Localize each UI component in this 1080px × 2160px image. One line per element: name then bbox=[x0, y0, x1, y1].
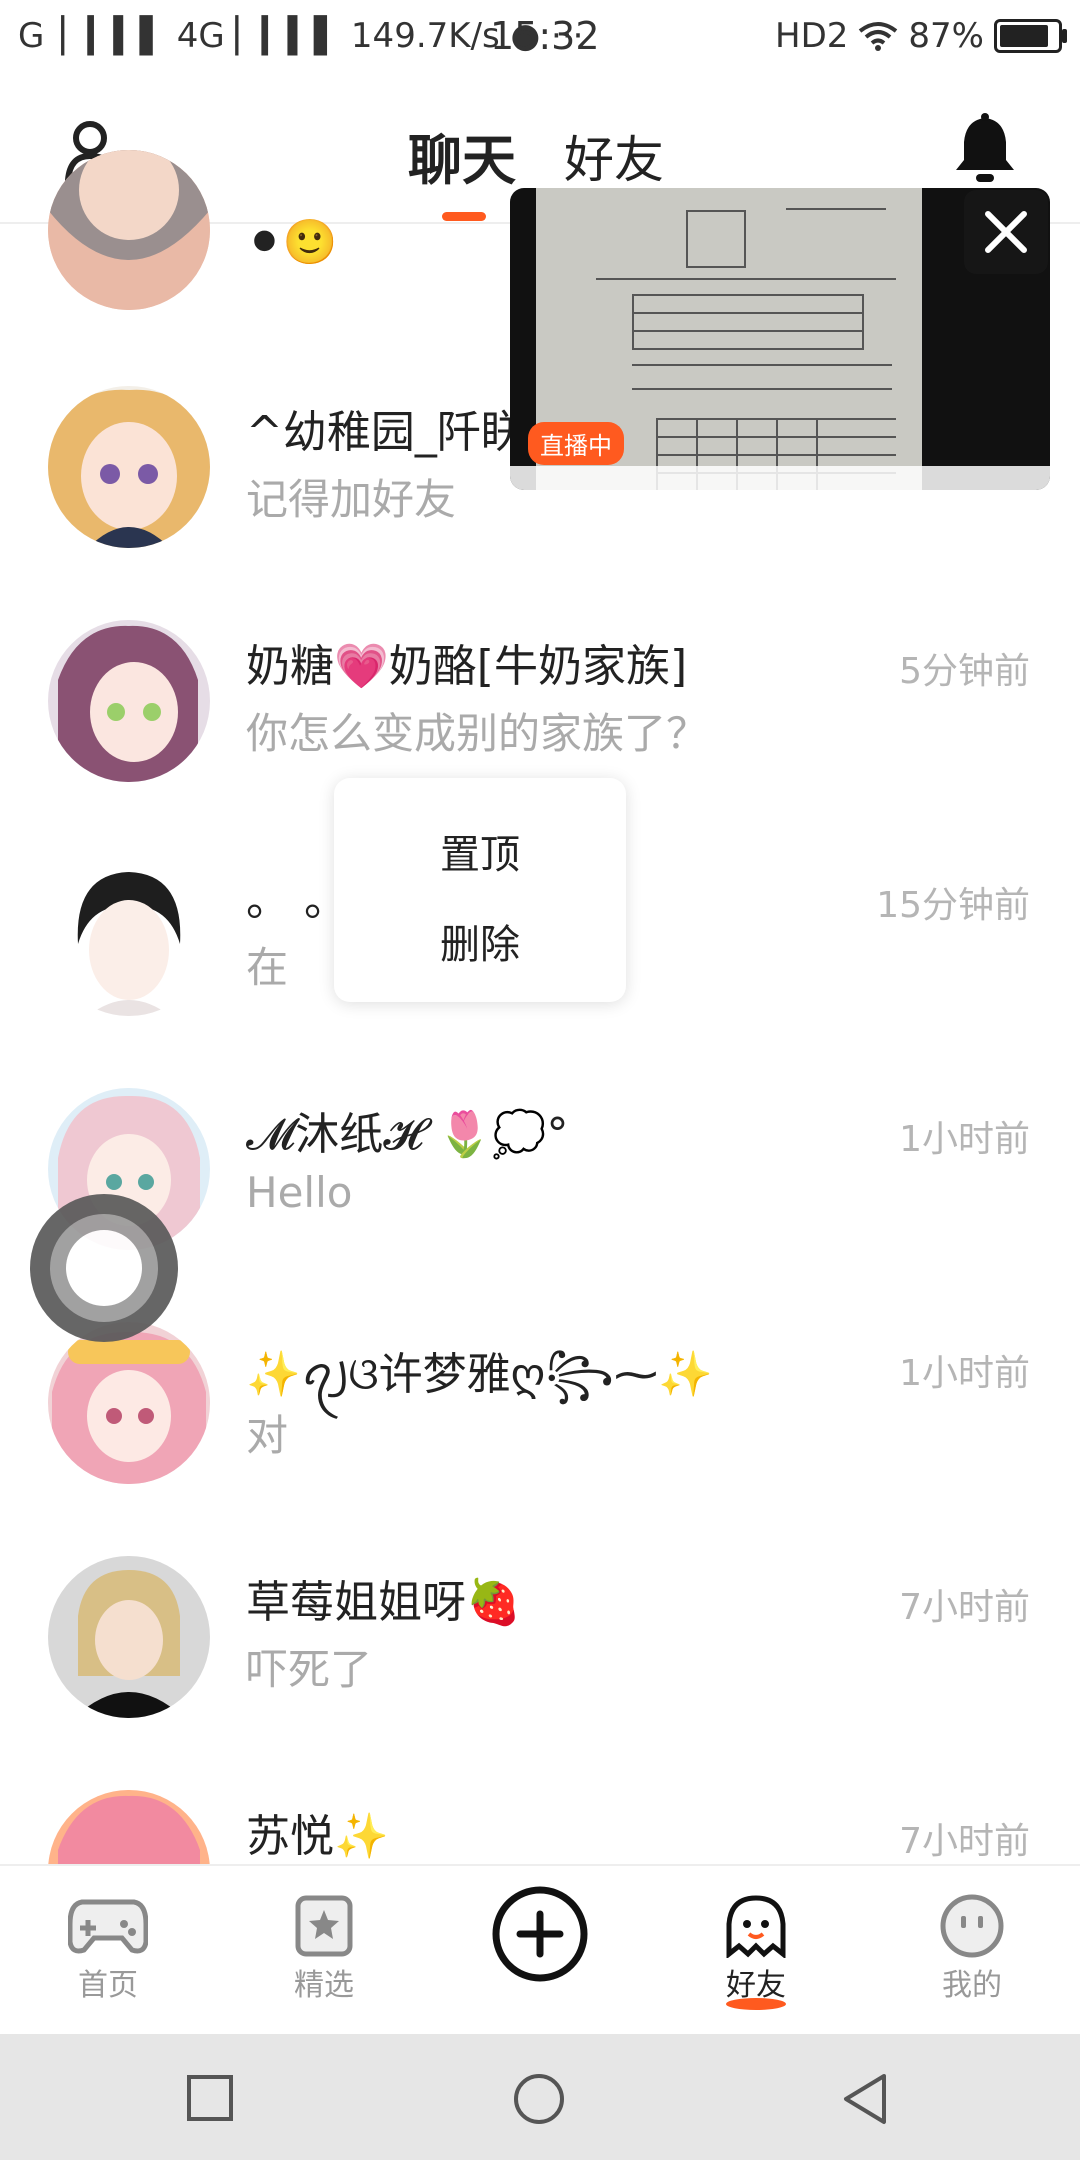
avatar-art bbox=[48, 1790, 210, 1864]
chat-last-message: 吓死了 bbox=[246, 1645, 373, 1694]
nav-friends[interactable]: 好友 bbox=[686, 1894, 826, 2014]
avatar-art bbox=[48, 620, 210, 782]
chat-last-message: Hello bbox=[246, 1168, 353, 1217]
status-right: HD2 87% bbox=[775, 16, 1067, 56]
avatar[interactable] bbox=[48, 150, 210, 310]
nav-featured-label: 精选 bbox=[294, 1968, 354, 2003]
chat-name: ✨ꪖ꠸ଓ许梦雅ღ꧂⁓✨ bbox=[246, 1349, 713, 1400]
battery-icon bbox=[994, 19, 1067, 53]
chat-last-message: 在 bbox=[246, 943, 289, 992]
avatar-art bbox=[48, 1322, 210, 1484]
chat-time: 15分钟前 bbox=[876, 885, 1030, 926]
avatar[interactable] bbox=[48, 854, 210, 1016]
chat-name: 奶糖💗奶酪[牛奶家族] bbox=[246, 641, 688, 692]
close-icon[interactable] bbox=[964, 190, 1048, 274]
chat-time: 1小时前 bbox=[899, 1353, 1030, 1394]
live-video-toolbar bbox=[510, 466, 1050, 490]
avatar-art bbox=[48, 386, 210, 548]
smiley-icon bbox=[940, 1894, 1004, 1958]
nav-home-label: 首页 bbox=[78, 1968, 138, 2003]
status-time: 15:32 bbox=[490, 14, 600, 58]
system-nav-bar bbox=[0, 2034, 1080, 2160]
chat-time: 7小时前 bbox=[899, 1587, 1030, 1628]
chat-name: 𝓜沐纸𝓗 🌷💭° bbox=[246, 1109, 569, 1160]
chat-last-message: 你怎么变成别的家族了？ bbox=[246, 709, 709, 758]
chat-time: 1小时前 bbox=[899, 1119, 1030, 1160]
chat-name: 。 。 bbox=[246, 875, 348, 926]
nav-featured[interactable]: 精选 bbox=[254, 1894, 394, 2014]
chat-last-message: 对 bbox=[246, 1411, 289, 1460]
live-badge: 直播中 bbox=[528, 422, 624, 465]
chat-time: 7小时前 bbox=[899, 1821, 1030, 1862]
floating-core bbox=[66, 1230, 142, 1306]
home-icon[interactable] bbox=[512, 2072, 566, 2126]
avatar[interactable] bbox=[48, 1790, 210, 1864]
nav-me-label: 我的 bbox=[942, 1968, 1002, 2003]
chat-row[interactable]: 苏悦✨ 7小时前 bbox=[0, 1756, 1080, 1864]
delete-menu-item[interactable]: 删除 bbox=[334, 912, 626, 970]
recent-apps-icon[interactable] bbox=[186, 2074, 234, 2122]
avatar-art bbox=[48, 854, 210, 1016]
chat-row[interactable]: 草莓姐姐呀🍓 吓死了 7小时前 bbox=[0, 1522, 1080, 1756]
chat-row[interactable]: ✨ꪖ꠸ଓ许梦雅ღ꧂⁓✨ 对 1小时前 bbox=[0, 1288, 1080, 1522]
pin-menu-item[interactable]: 置顶 bbox=[334, 822, 626, 880]
ghost-icon bbox=[726, 1895, 786, 1958]
chat-last-message: 记得加好友 bbox=[246, 475, 457, 524]
wifi-icon bbox=[859, 22, 898, 51]
star-bookmark-icon bbox=[295, 1895, 353, 1957]
nav-create[interactable] bbox=[470, 1884, 610, 2004]
context-menu: 置顶 删除 bbox=[334, 778, 626, 1002]
floating-assistive-button[interactable] bbox=[30, 1194, 178, 1342]
status-bar: G ▏▎▍▌ 4G ▏▎▍▌ 149.7K/s ● ··· 15:32 HD2 … bbox=[0, 0, 1080, 76]
chat-name: 草莓姐姐呀🍓 bbox=[246, 1577, 521, 1628]
chat-name: 苏悦✨ bbox=[246, 1811, 389, 1862]
nav-me[interactable]: 我的 bbox=[902, 1894, 1042, 2014]
signal-text: G ▏▎▍▌ 4G ▏▎▍▌ 149.7K/s bbox=[18, 16, 500, 56]
chat-name: ⚫🙂 bbox=[246, 217, 338, 268]
plus-circle-icon bbox=[492, 1886, 588, 1982]
bottom-nav: 首页 精选 好友 我的 bbox=[0, 1864, 1080, 2036]
avatar-art bbox=[48, 150, 210, 310]
nav-home[interactable]: 首页 bbox=[38, 1894, 178, 2014]
avatar[interactable] bbox=[48, 386, 210, 548]
battery-percent: 87% bbox=[908, 16, 984, 56]
back-icon[interactable] bbox=[840, 2072, 890, 2126]
avatar[interactable] bbox=[48, 1556, 210, 1718]
avatar[interactable] bbox=[48, 620, 210, 782]
active-nav-underline bbox=[726, 1998, 786, 2010]
avatar[interactable] bbox=[48, 1322, 210, 1484]
chat-time: 5分钟前 bbox=[899, 651, 1030, 692]
avatar-art bbox=[48, 1556, 210, 1718]
hd-indicator: HD2 bbox=[775, 16, 849, 56]
gamepad-icon bbox=[68, 1899, 148, 1954]
chat-name: ^幼稚园_阡眹 bbox=[246, 407, 525, 458]
